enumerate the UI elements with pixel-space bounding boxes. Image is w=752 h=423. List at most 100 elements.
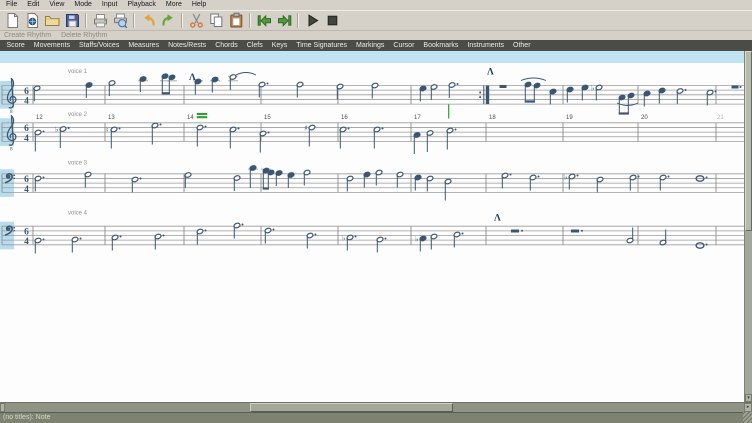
new-score-button[interactable] bbox=[2, 11, 22, 30]
cmdmenu-measures[interactable]: Measures bbox=[124, 40, 164, 51]
note[interactable] bbox=[233, 222, 243, 238]
note[interactable] bbox=[34, 129, 44, 151]
note[interactable] bbox=[373, 126, 383, 148]
note[interactable] bbox=[229, 126, 239, 148]
note[interactable] bbox=[228, 74, 238, 90]
note[interactable] bbox=[500, 85, 507, 88]
section-marker[interactable]: Λ bbox=[189, 73, 196, 83]
note[interactable] bbox=[732, 86, 742, 89]
menu-more[interactable]: More bbox=[161, 0, 187, 10]
note[interactable] bbox=[430, 233, 437, 249]
note[interactable]: ♭ bbox=[415, 234, 427, 251]
note[interactable]: ♭ bbox=[591, 83, 603, 100]
staff-voice-4[interactable]: 64voice 4♭♭ bbox=[0, 211, 744, 254]
note[interactable] bbox=[596, 176, 603, 192]
note[interactable] bbox=[581, 84, 588, 100]
note[interactable] bbox=[33, 85, 40, 101]
note[interactable] bbox=[430, 84, 437, 100]
open-button[interactable] bbox=[22, 11, 42, 30]
menu-help[interactable]: Help bbox=[187, 0, 211, 10]
cmdmenu-instruments[interactable]: Instruments bbox=[463, 40, 509, 51]
menu-edit[interactable]: Edit bbox=[22, 0, 44, 10]
go-back-button[interactable] bbox=[254, 11, 274, 30]
vertical-scrollbar[interactable]: ▾ bbox=[744, 51, 752, 402]
cmdmenu-other[interactable]: Other bbox=[509, 40, 536, 51]
note[interactable] bbox=[396, 171, 403, 187]
note[interactable] bbox=[287, 172, 294, 188]
horizontal-scrollbar[interactable]: ▸ bbox=[0, 402, 752, 412]
redo-button[interactable] bbox=[158, 11, 178, 30]
cmdmenu-notes-rests[interactable]: Notes/Rests bbox=[164, 40, 211, 51]
menu-file[interactable]: File bbox=[1, 0, 22, 10]
note[interactable] bbox=[108, 80, 115, 96]
menu-mode[interactable]: Mode bbox=[69, 0, 97, 10]
staff-voice-3[interactable]: 64voice 3♭ bbox=[0, 161, 744, 201]
cmdmenu-cursor[interactable]: Cursor bbox=[389, 40, 419, 51]
beamed-note-pair[interactable] bbox=[618, 92, 634, 114]
note[interactable] bbox=[426, 130, 433, 152]
note[interactable] bbox=[275, 170, 282, 186]
note[interactable] bbox=[184, 172, 191, 188]
menu-input[interactable]: Input bbox=[97, 0, 123, 10]
print-button[interactable] bbox=[90, 11, 110, 30]
menu-view[interactable]: View bbox=[44, 0, 69, 10]
note[interactable] bbox=[34, 237, 44, 253]
resize-grip[interactable] bbox=[743, 412, 752, 423]
note[interactable]: ♯ bbox=[304, 123, 316, 146]
note[interactable] bbox=[444, 178, 451, 200]
paste-button[interactable] bbox=[226, 11, 246, 30]
vertical-scrollbar-thumb[interactable] bbox=[745, 51, 752, 231]
cmdmenu-movements[interactable]: Movements bbox=[29, 40, 74, 51]
note[interactable] bbox=[339, 126, 349, 148]
note[interactable] bbox=[659, 230, 666, 246]
note[interactable] bbox=[658, 87, 665, 103]
note[interactable] bbox=[154, 233, 164, 249]
note[interactable] bbox=[413, 132, 420, 154]
print-preview-button[interactable] bbox=[110, 11, 130, 30]
play-button[interactable] bbox=[302, 11, 322, 30]
note[interactable] bbox=[501, 172, 511, 188]
cmdmenu-keys[interactable]: Keys bbox=[267, 40, 292, 51]
create-rhythm-button[interactable]: Create Rhythm bbox=[4, 32, 51, 39]
section-marker[interactable]: Λ bbox=[494, 214, 501, 224]
scroll-right-arrow-icon[interactable]: ▸ bbox=[744, 403, 752, 412]
note[interactable] bbox=[111, 234, 121, 250]
staff-voice-1[interactable]: 864voice 1♭ bbox=[0, 69, 744, 115]
note[interactable] bbox=[336, 83, 343, 99]
note[interactable] bbox=[549, 88, 556, 104]
note[interactable] bbox=[511, 230, 523, 233]
cmdmenu-time-signatures[interactable]: Time Signatures bbox=[292, 40, 352, 51]
cmdmenu-bookmarks[interactable]: Bookmarks bbox=[419, 40, 463, 51]
go-forward-button[interactable] bbox=[274, 11, 294, 30]
note[interactable] bbox=[446, 127, 456, 149]
note[interactable] bbox=[676, 88, 686, 104]
note[interactable] bbox=[84, 171, 91, 187]
score-canvas[interactable]: 864voice 1♭864voice 2♭♮♯64voice 3♭64voic… bbox=[0, 51, 752, 402]
cmdmenu-markings[interactable]: Markings bbox=[352, 40, 389, 51]
scroll-down-arrow-icon[interactable]: ▾ bbox=[745, 394, 752, 402]
section-marker[interactable]: Λ bbox=[487, 68, 494, 78]
note[interactable]: ♭ bbox=[564, 172, 579, 189]
delete-rhythm-button[interactable]: Delete Rhythm bbox=[61, 32, 107, 39]
horizontal-scrollbar-thumb[interactable] bbox=[250, 403, 453, 412]
note[interactable] bbox=[706, 89, 716, 105]
undo-button[interactable] bbox=[138, 11, 158, 30]
save-button[interactable] bbox=[62, 11, 82, 30]
note[interactable] bbox=[196, 228, 206, 244]
cmdmenu-staffs-voices[interactable]: Staffs/Voices bbox=[74, 40, 123, 51]
cut-button[interactable] bbox=[186, 11, 206, 30]
cmdmenu-chords[interactable]: Chords bbox=[211, 40, 243, 51]
menu-playback[interactable]: Playback bbox=[122, 0, 160, 10]
copy-button[interactable] bbox=[206, 11, 226, 30]
note[interactable] bbox=[248, 165, 258, 188]
note[interactable] bbox=[363, 171, 370, 187]
note[interactable] bbox=[571, 230, 583, 233]
note[interactable] bbox=[696, 243, 707, 248]
cmdmenu-score[interactable]: Score bbox=[2, 40, 29, 51]
note[interactable] bbox=[131, 176, 141, 192]
stop-button[interactable] bbox=[322, 11, 342, 30]
note[interactable] bbox=[138, 76, 148, 92]
beamed-note-pair[interactable] bbox=[160, 73, 177, 94]
cmdmenu-clefs[interactable]: Clefs bbox=[242, 40, 267, 51]
scroll-left-arrow-icon[interactable] bbox=[0, 403, 5, 412]
